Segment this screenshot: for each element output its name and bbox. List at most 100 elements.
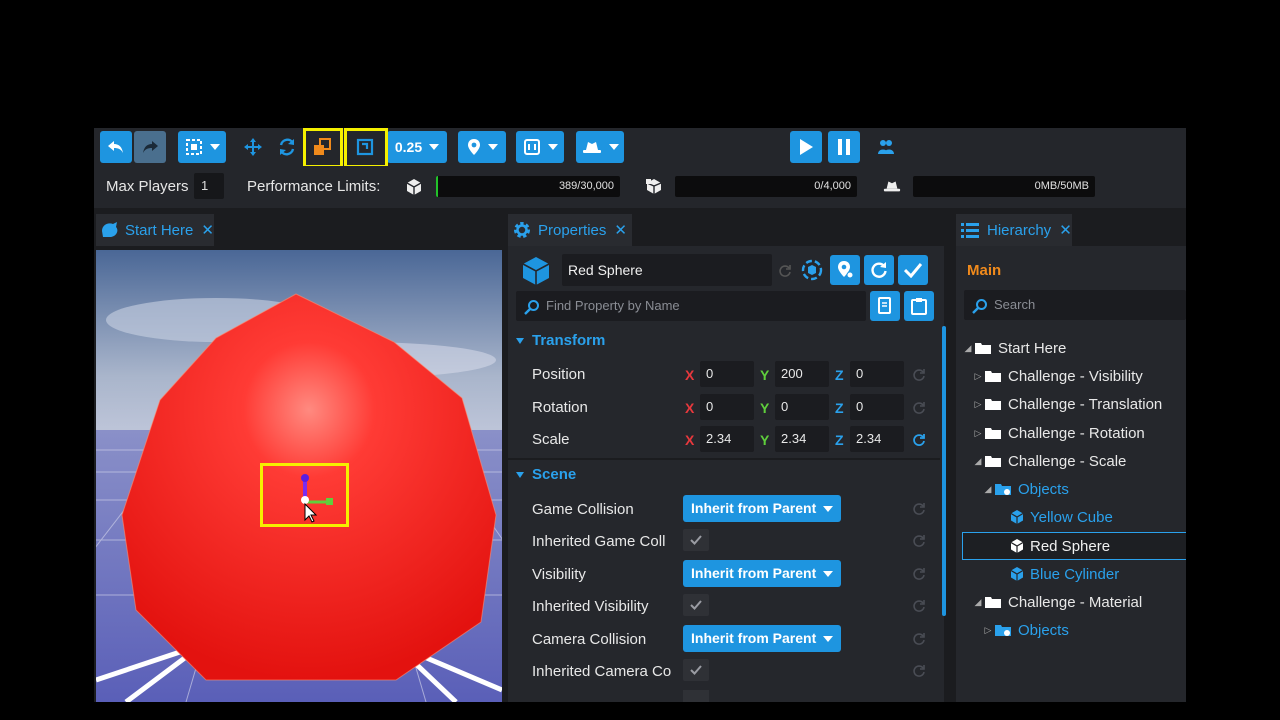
transform-section-header[interactable]: Transform <box>516 332 605 349</box>
tree-item-yellow-cube[interactable]: Yellow Cube <box>1010 504 1113 530</box>
tab-start-here[interactable]: Start Here ✕ <box>96 214 214 246</box>
camera-collision-dropdown[interactable]: Inherit from Parent <box>683 625 841 652</box>
paste-properties-button[interactable] <box>904 291 934 321</box>
search-icon <box>972 299 987 314</box>
undo-icon <box>108 141 123 153</box>
scene-section-header[interactable]: Scene <box>516 466 576 483</box>
placement-dropdown[interactable] <box>458 131 506 163</box>
reset-icon[interactable] <box>912 433 926 447</box>
chevron-down-icon <box>429 144 440 150</box>
viewport-scene <box>96 250 502 702</box>
memory-limit-bar: 0MB/50MB <box>913 176 1095 197</box>
max-players-input[interactable]: 1 <box>194 173 224 199</box>
pause-button[interactable] <box>828 131 860 163</box>
hierarchy-search-input[interactable]: Search <box>964 290 1186 320</box>
copy-properties-button[interactable] <box>870 291 900 321</box>
inherited-game-collision-checkbox <box>683 529 709 551</box>
move-arrows-icon <box>244 138 262 156</box>
position-x-field[interactable]: 0 <box>700 361 754 387</box>
static-mesh-icon <box>1010 539 1024 553</box>
game-collision-dropdown[interactable]: Inherit from Parent <box>683 495 841 522</box>
reset-icon[interactable] <box>912 534 926 548</box>
expand-arrow-icon[interactable]: ◢ <box>962 343 974 354</box>
property-search-input[interactable]: Find Property by Name <box>516 291 866 321</box>
tree-item-start-here[interactable]: ◢ Start Here <box>962 335 1067 361</box>
close-icon[interactable]: ✕ <box>614 221 627 239</box>
tab-properties[interactable]: Properties ✕ <box>508 214 632 246</box>
tree-item-red-sphere-selected[interactable]: Red Sphere <box>962 532 1186 560</box>
properties-scrollbar[interactable] <box>942 326 946 616</box>
collapse-arrow-icon[interactable]: ▷ <box>972 371 984 382</box>
expand-arrow-icon[interactable]: ◢ <box>972 456 984 467</box>
tree-item-challenge-material[interactable]: ◢ Challenge - Material <box>972 589 1143 615</box>
performance-limits-label: Performance Limits: <box>247 178 381 195</box>
networked-icon[interactable] <box>800 258 824 282</box>
play-button[interactable] <box>790 131 822 163</box>
position-label: Position <box>532 366 586 383</box>
grid-snap-dropdown[interactable]: 0.25 <box>387 131 447 163</box>
redo-button[interactable] <box>134 131 166 163</box>
networked-folder-icon <box>995 625 1011 636</box>
view-mode-dropdown[interactable] <box>516 131 564 163</box>
collapse-arrow-icon[interactable]: ▷ <box>982 625 994 636</box>
map-pin-icon <box>838 261 854 279</box>
section-divider <box>508 458 940 460</box>
close-icon[interactable]: ✕ <box>201 221 214 239</box>
locate-object-button[interactable] <box>830 255 860 285</box>
scale-x-field[interactable]: 2.34 <box>700 426 754 452</box>
apply-button[interactable] <box>898 255 928 285</box>
collapse-arrow-icon[interactable]: ▷ <box>972 399 984 410</box>
reset-icon[interactable] <box>912 401 926 415</box>
rotation-label: Rotation <box>532 399 588 416</box>
scale-tool-button[interactable] <box>306 131 338 163</box>
inherited-game-collision-label: Inherited Game Coll <box>532 533 666 550</box>
tree-item-challenge-visibility[interactable]: ▷ Challenge - Visibility <box>972 363 1143 389</box>
close-icon[interactable]: ✕ <box>1059 221 1072 239</box>
chevron-down-icon <box>209 144 220 150</box>
undo-button[interactable] <box>100 131 132 163</box>
tree-item-challenge-translation[interactable]: ▷ Challenge - Translation <box>972 391 1163 417</box>
rotation-x-field[interactable]: 0 <box>700 394 754 420</box>
multiplayer-preview-button[interactable] <box>872 131 900 163</box>
tree-item-challenge-rotation[interactable]: ▷ Challenge - Rotation <box>972 420 1145 446</box>
tree-item-label: Blue Cylinder <box>1030 565 1120 583</box>
transform-label: Transform <box>532 332 606 349</box>
expand-arrow-icon[interactable]: ◢ <box>982 484 994 495</box>
selection-mode-dropdown[interactable] <box>178 131 226 163</box>
reset-icon[interactable] <box>912 632 926 646</box>
tree-item-objects[interactable]: ◢ Objects <box>982 476 1069 502</box>
tab-hierarchy[interactable]: Hierarchy ✕ <box>956 214 1072 246</box>
3d-viewport[interactable] <box>96 250 502 702</box>
camera-mode-dropdown[interactable] <box>576 131 624 163</box>
scale-y-field[interactable]: 2.34 <box>775 426 829 452</box>
memory-hat-icon <box>883 181 901 192</box>
rotate-tool-button[interactable] <box>272 131 302 163</box>
reset-icon[interactable] <box>912 599 926 613</box>
tree-item-objects-material[interactable]: ▷ Objects <box>982 617 1069 643</box>
rotation-y-field[interactable]: 0 <box>775 394 829 420</box>
hierarchy-root-label[interactable]: Main <box>967 262 1001 279</box>
position-z-field[interactable]: 0 <box>850 361 904 387</box>
reset-all-button[interactable] <box>864 255 894 285</box>
visibility-dropdown[interactable]: Inherit from Parent <box>683 560 841 587</box>
local-space-button[interactable] <box>348 131 382 163</box>
reset-icon <box>871 262 887 278</box>
move-tool-button[interactable] <box>238 131 268 163</box>
scale-z-field[interactable]: 2.34 <box>850 426 904 452</box>
reset-icon[interactable] <box>912 368 926 382</box>
collapse-arrow-icon[interactable]: ▷ <box>972 428 984 439</box>
properties-panel: Red Sphere Find Property by Name Transfo… <box>508 246 946 702</box>
expand-arrow-icon[interactable]: ◢ <box>972 597 984 608</box>
tree-item-blue-cylinder[interactable]: Blue Cylinder <box>1010 561 1119 587</box>
clipboard-icon <box>911 298 927 315</box>
reset-icon[interactable] <box>912 502 926 516</box>
cube-icon <box>406 179 422 195</box>
reset-icon[interactable] <box>912 567 926 581</box>
object-name-field[interactable]: Red Sphere <box>562 254 772 286</box>
reset-icon[interactable] <box>912 664 926 678</box>
tree-item-challenge-scale[interactable]: ◢ Challenge - Scale <box>972 448 1127 474</box>
reset-name-icon[interactable] <box>778 264 792 278</box>
next-checkbox-partial <box>683 690 709 702</box>
position-y-field[interactable]: 200 <box>775 361 829 387</box>
rotation-z-field[interactable]: 0 <box>850 394 904 420</box>
